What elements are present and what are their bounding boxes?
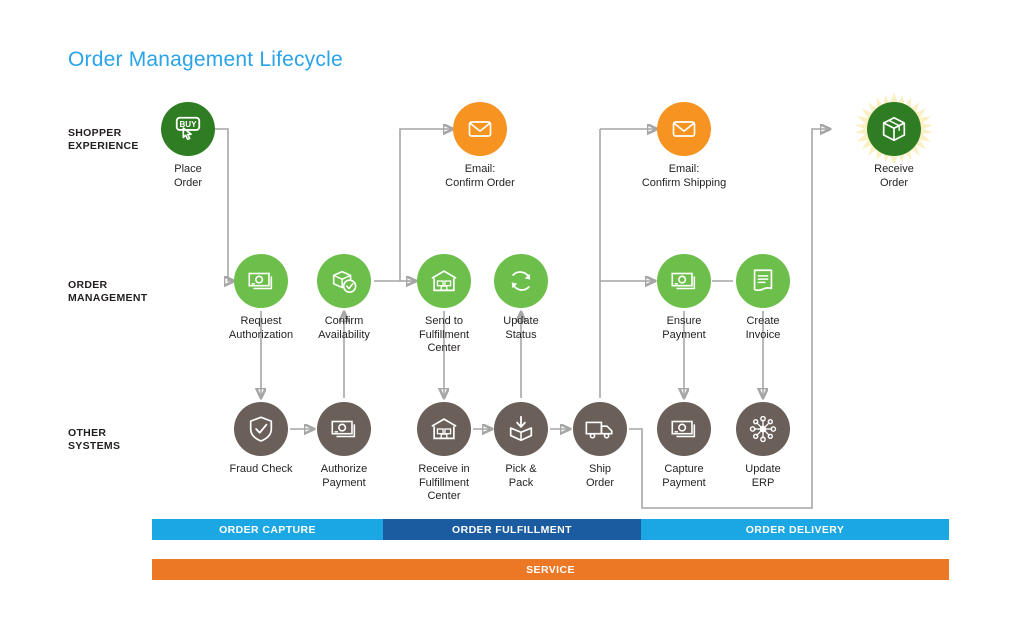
node-update-status[interactable]: Update Status [461,254,581,342]
node-update-erp[interactable]: Update ERP [703,402,823,490]
phase-bar-label: ORDER DELIVERY [745,523,845,536]
receive-order-bubble[interactable] [854,92,934,166]
service-bar[interactable]: SERVICE [152,559,949,580]
node-label: Update ERP [745,463,781,489]
update-erp-bubble[interactable] [736,402,790,456]
box-arrow-down-icon [509,415,533,442]
node-label: Place Order [173,163,203,189]
network-hub-icon [749,415,777,443]
email-confirm-order-bubble[interactable] [453,102,507,156]
node-label: Receive Order [874,163,914,189]
email-confirm-shipping-bubble[interactable] [657,102,711,156]
place-order-bubble[interactable]: BUY [161,102,215,156]
node-label: Create Invoice [745,315,781,341]
delivery-truck-icon [585,421,613,439]
node-label: Email: Confirm Shipping [641,163,727,189]
banknote-icon [248,272,273,290]
confirm-availability-bubble[interactable] [317,254,371,308]
phase-bar-order-delivery[interactable]: ORDER DELIVERY [641,519,949,540]
box-check-icon [332,270,357,293]
banknote-icon [671,272,696,290]
node-email-confirm-order[interactable]: Email: Confirm Order [420,102,540,190]
node-label: Email: Confirm Order [445,163,515,189]
fraud-check-bubble[interactable] [234,402,288,456]
svg-text:BUY: BUY [180,120,198,129]
diagram-canvas: Order Management Lifecycle SHOPPER EXPER… [0,0,1024,634]
shield-check-icon [249,416,273,442]
authorize-payment-bubble[interactable] [317,402,371,456]
node-receive-order[interactable]: Receive Order [834,92,954,190]
phase-bar-label: ORDER FULFILLMENT [452,523,572,536]
request-authorization-bubble[interactable] [234,254,288,308]
document-lines-icon [753,269,773,292]
update-status-bubble[interactable] [494,254,548,308]
service-bar-label: SERVICE [526,563,575,576]
phase-bar-label: ORDER CAPTURE [219,523,316,536]
node-create-invoice[interactable]: Create Invoice [703,254,823,342]
buy-button-cursor-icon: BUY [175,116,201,141]
node-place-order[interactable]: BUY Place Order [128,102,248,190]
warehouse-icon [431,418,457,440]
phase-bar-order-fulfillment[interactable]: ORDER FULFILLMENT [383,519,641,540]
ship-order-bubble[interactable] [573,402,627,456]
node-label: Update Status [503,315,539,341]
banknote-icon [331,420,356,438]
node-email-confirm-shipping[interactable]: Email: Confirm Shipping [624,102,744,190]
banknote-icon [671,420,696,438]
package-box-icon [882,116,906,142]
create-invoice-bubble[interactable] [736,254,790,308]
envelope-icon [468,121,492,137]
phase-bar-order-capture[interactable]: ORDER CAPTURE [152,519,383,540]
warehouse-icon [431,270,457,292]
envelope-icon [672,121,696,137]
refresh-cycle-icon [511,271,531,291]
